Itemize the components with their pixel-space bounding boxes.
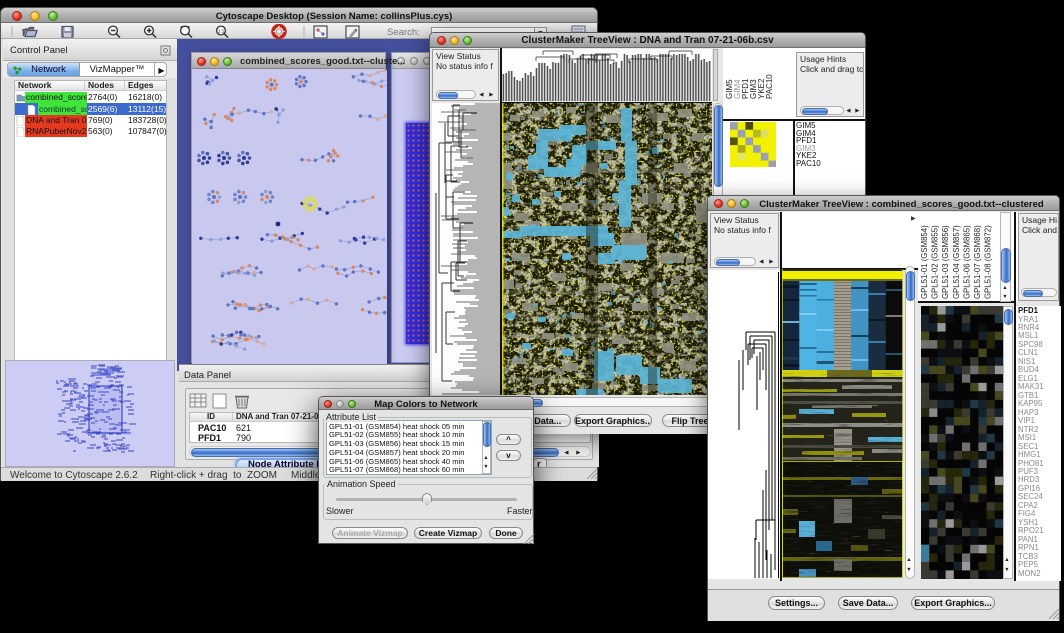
svg-text:Search:: Search: [387, 27, 420, 38]
svg-text:GPL51-04 (GSM857): GPL51-04 (GSM857) [952, 225, 961, 299]
svg-text:GPL51-01 (GSM854): GPL51-01 (GSM854) [920, 225, 929, 299]
svg-text:1:1: 1:1 [218, 29, 225, 34]
svg-text:GPL51-07 (GSM868): GPL51-07 (GSM868) [973, 225, 982, 299]
svg-text:GPL51-08 (GSM872): GPL51-08 (GSM872) [984, 225, 993, 299]
svg-text:GPL51-03 (GSM856): GPL51-03 (GSM856) [941, 225, 950, 299]
svg-text:PAC10: PAC10 [765, 74, 774, 99]
svg-text:GPL51-06 (GSM865): GPL51-06 (GSM865) [962, 225, 971, 299]
svg-text:GPL51-02 (GSM855): GPL51-02 (GSM855) [931, 225, 940, 299]
